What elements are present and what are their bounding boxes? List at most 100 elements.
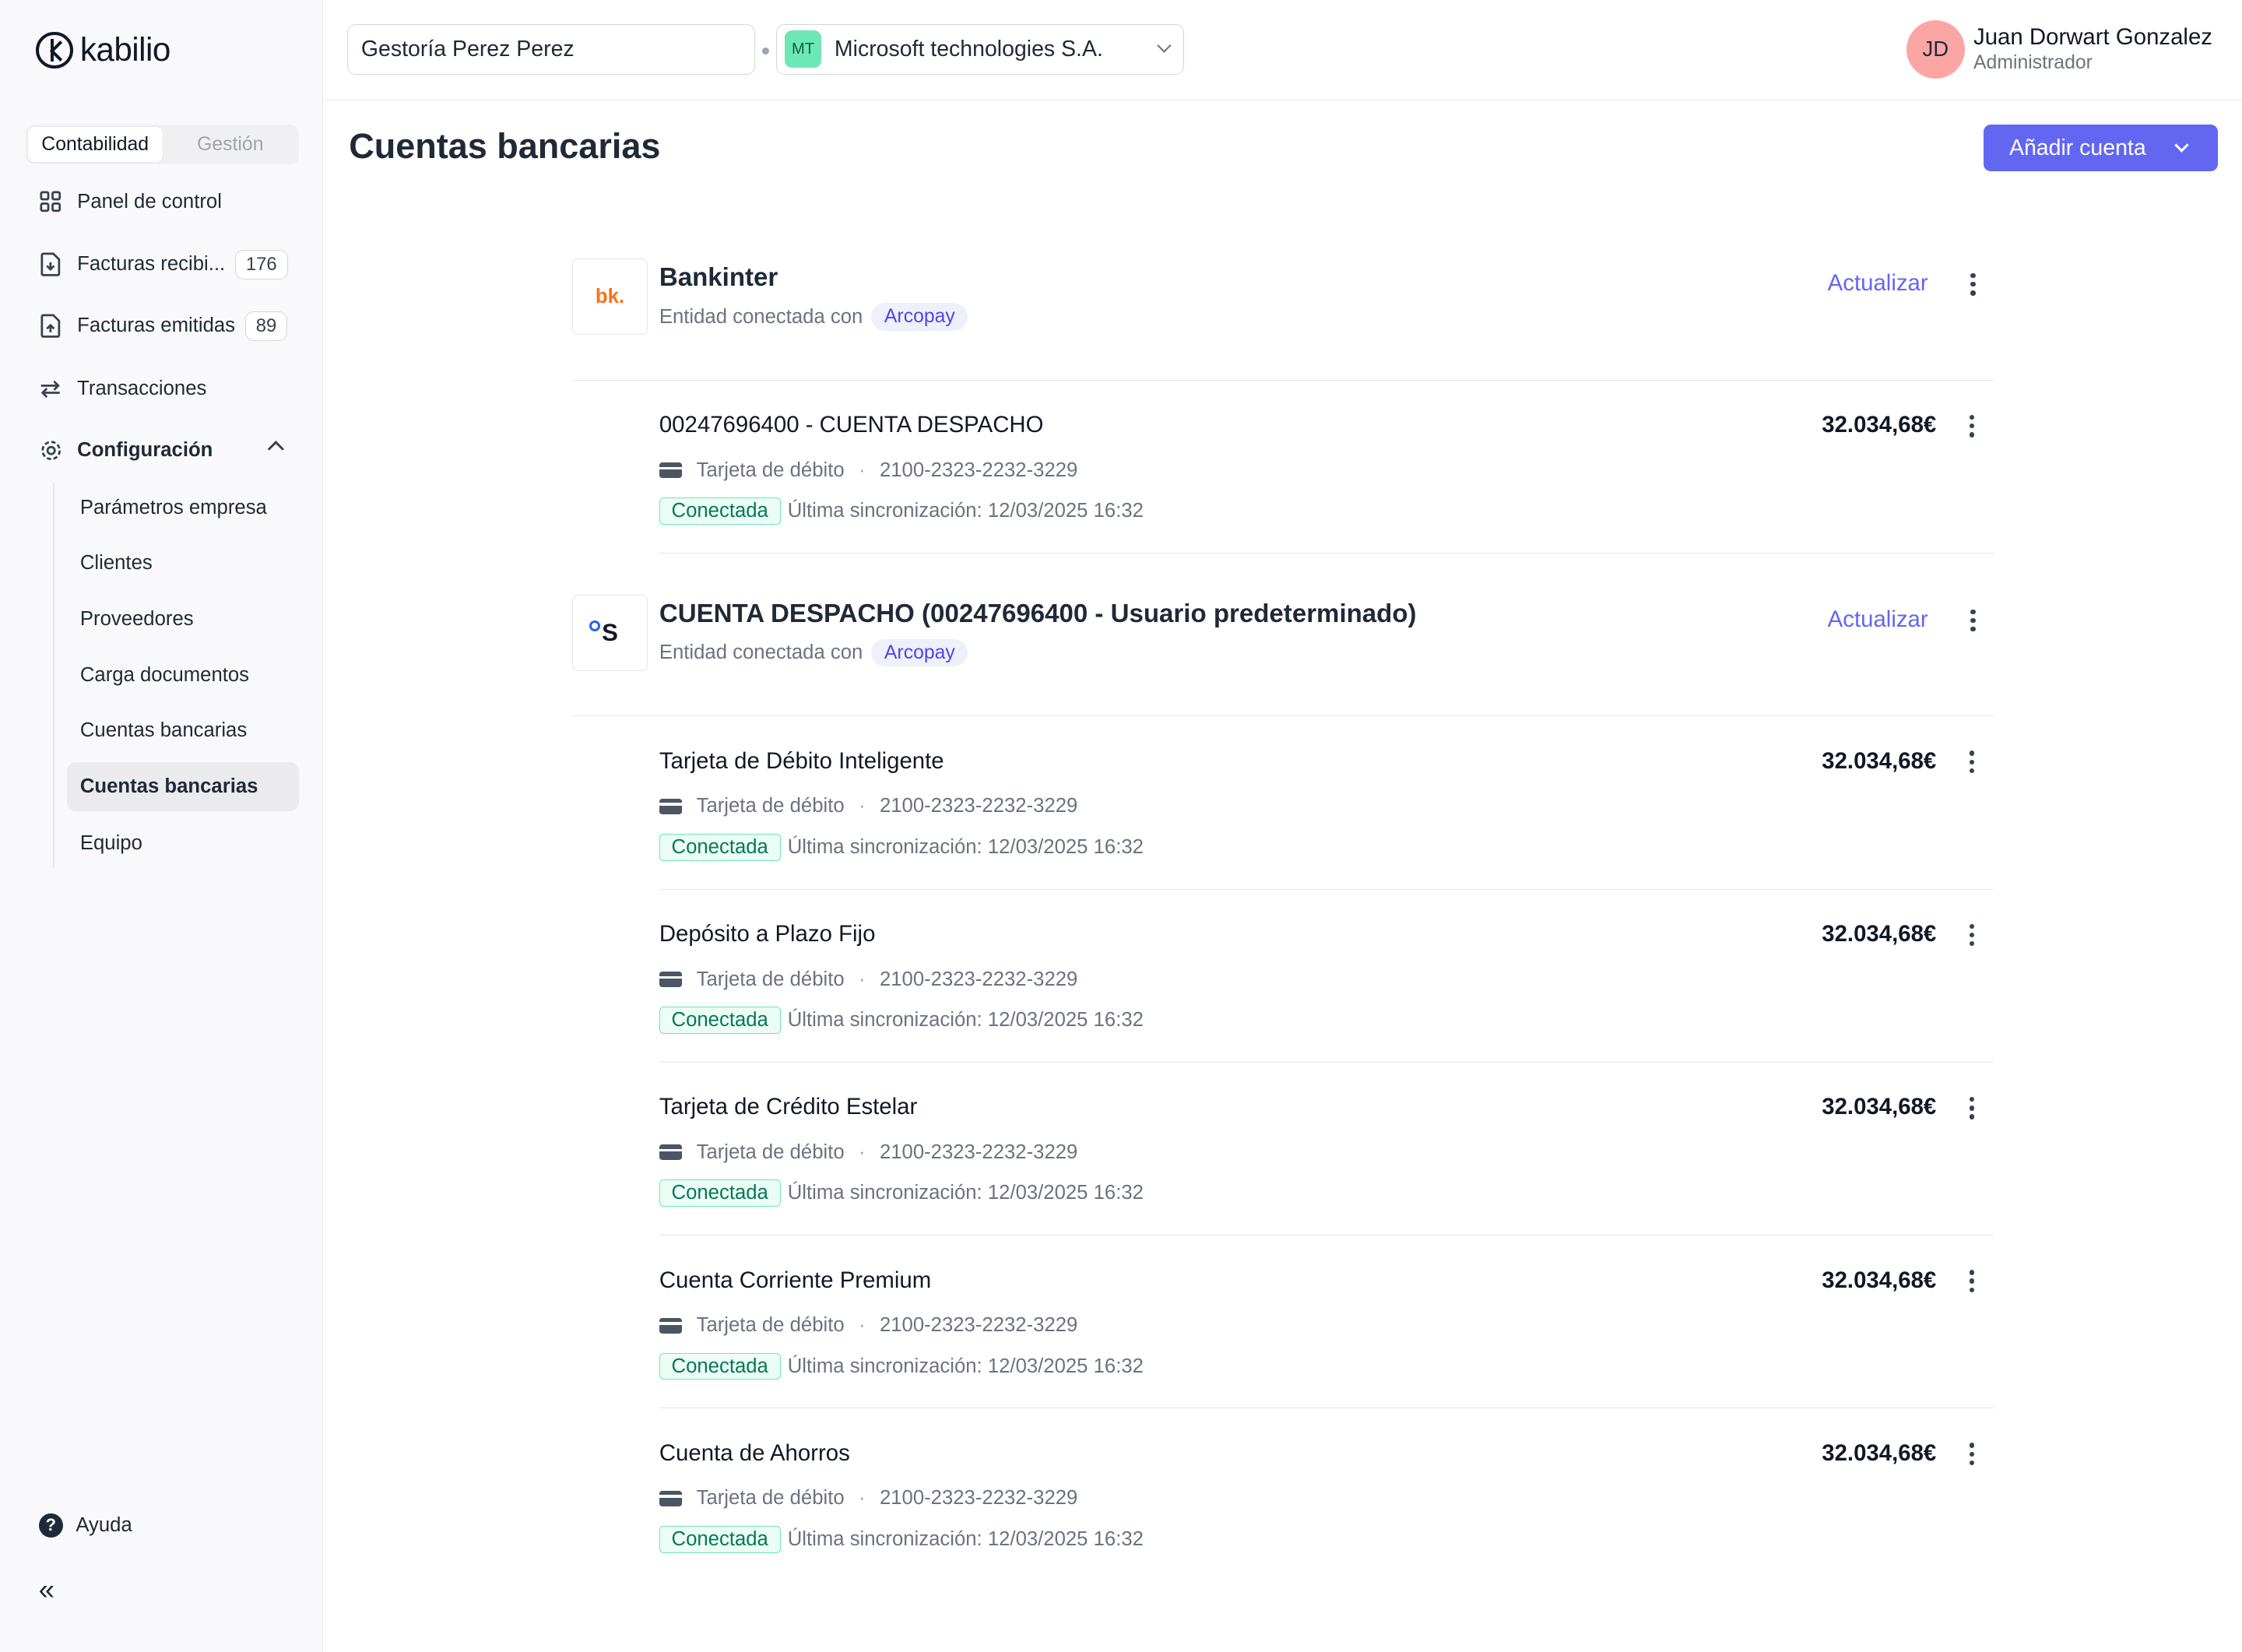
- entity-header: bk. Bankinter Entidad conectada con Arco…: [571, 258, 1994, 381]
- account-name: Tarjeta de Crédito Estelar: [659, 1094, 918, 1120]
- help-link[interactable]: ? Ayuda: [38, 1513, 132, 1538]
- credit-card-icon: [659, 972, 683, 988]
- sidebar-item-facturas-emitidas[interactable]: Facturas emitidas 89: [26, 301, 299, 352]
- kabilio-logo-icon: [35, 31, 73, 69]
- separator: ·: [859, 968, 866, 990]
- more-options-icon[interactable]: [1969, 414, 1975, 441]
- last-sync: Última sincronización: 12/03/2025 16:32: [787, 1527, 1144, 1550]
- add-account-label: Añadir cuenta: [2008, 135, 2146, 160]
- credit-card-icon: [659, 462, 683, 479]
- chevron-up-icon: [268, 441, 284, 458]
- logo[interactable]: kabilio: [35, 31, 170, 69]
- account-details: Tarjeta de débito · 2100-2323-2232-3229: [659, 1141, 1078, 1164]
- user-name: Juan Dorwart Gonzalez: [1973, 24, 2212, 51]
- collapse-sidebar-icon[interactable]: «: [39, 1573, 55, 1606]
- count-badge: 89: [244, 311, 288, 341]
- subnav-line: [52, 482, 54, 869]
- update-button[interactable]: Actualizar: [1828, 606, 1928, 633]
- sidebar-item-transacciones[interactable]: Transacciones: [26, 364, 299, 415]
- account-name: Cuenta de Ahorros: [659, 1439, 850, 1466]
- status-badge: Conectada: [659, 1179, 781, 1207]
- account-name: Cuenta Corriente Premium: [659, 1267, 932, 1293]
- sidebar-item-panel-de-control[interactable]: Panel de control: [26, 176, 299, 227]
- more-options-icon[interactable]: [1969, 923, 1975, 951]
- separator: ·: [859, 795, 866, 817]
- user-menu[interactable]: JD Juan Dorwart Gonzalez Administrador: [1906, 19, 2212, 79]
- arrows-swap-icon: [39, 377, 63, 401]
- account-row[interactable]: Cuenta Corriente Premium 32.034,68€ Tarj…: [659, 1235, 1994, 1409]
- account-type: Tarjeta de débito: [696, 968, 845, 990]
- entity-name: CUENTA DESPACHO (00247696400 - Usuario p…: [659, 599, 1417, 628]
- sidebar-subitem-parametros[interactable]: Parámetros empresa: [67, 483, 299, 532]
- sidebar-item-configuracion[interactable]: Configuración: [26, 425, 299, 476]
- account-balance: 32.034,68€: [1822, 1267, 1937, 1293]
- sidebar-subitem-carga-documentos[interactable]: Carga documentos: [67, 651, 299, 699]
- account-balance: 32.034,68€: [1822, 921, 1937, 947]
- account-type: Tarjeta de débito: [696, 795, 845, 817]
- account-status: Conectada Última sincronización: 12/03/2…: [659, 1007, 1144, 1034]
- bank-entity-cuenta-despacho: S CUENTA DESPACHO (00247696400 - Usuario…: [571, 595, 1994, 1581]
- account-type: Tarjeta de débito: [696, 459, 845, 481]
- entity-connection: Entidad conectada con Arcopay: [659, 639, 968, 667]
- bankinter-logo: bk.: [571, 258, 648, 335]
- sidebar-subitem-proveedores[interactable]: Proveedores: [67, 595, 299, 643]
- company-name: Microsoft technologies S.A.: [834, 36, 1103, 62]
- account-name: Depósito a Plazo Fijo: [659, 921, 876, 947]
- sidebar-subitem-cuentas-bancarias[interactable]: Cuentas bancarias: [67, 706, 299, 754]
- update-button[interactable]: Actualizar: [1828, 270, 1928, 297]
- account-row[interactable]: Tarjeta de Crédito Estelar 32.034,68€ Ta…: [659, 1063, 1994, 1236]
- account-details: Tarjeta de débito · 2100-2323-2232-3229: [659, 795, 1077, 817]
- sidebar-item-facturas-recibidas[interactable]: Facturas recibi... 176: [26, 239, 299, 290]
- sidebar-item-label: Panel de control: [77, 190, 222, 213]
- status-badge: Conectada: [659, 833, 781, 861]
- entity-header: S CUENTA DESPACHO (00247696400 - Usuario…: [571, 595, 1994, 717]
- account-type: Tarjeta de débito: [696, 1314, 845, 1337]
- account-status: Conectada Última sincronización: 12/03/2…: [659, 1526, 1144, 1553]
- user-role: Administrador: [1973, 52, 2093, 74]
- last-sync: Última sincronización: 12/03/2025 16:32: [787, 1355, 1144, 1377]
- account-number: 2100-2323-2232-3229: [879, 1141, 1078, 1163]
- sidebar-subitem-equipo[interactable]: Equipo: [67, 820, 299, 868]
- sidebar-item-label: Facturas recibi...: [77, 253, 226, 276]
- last-sync: Última sincronización: 12/03/2025 16:32: [787, 835, 1144, 858]
- account-row[interactable]: 00247696400 - CUENTA DESPACHO 32.034,68€…: [659, 381, 1994, 554]
- question-icon: ?: [38, 1513, 63, 1538]
- account-details: Tarjeta de débito · 2100-2323-2232-3229: [659, 968, 1078, 991]
- tab-contabilidad[interactable]: Contabilidad: [26, 125, 163, 163]
- account-number: 2100-2323-2232-3229: [879, 968, 1078, 990]
- account-number: 2100-2323-2232-3229: [879, 1487, 1078, 1510]
- tab-gestion[interactable]: Gestión: [163, 126, 298, 163]
- account-status: Conectada Última sincronización: 12/03/2…: [659, 1352, 1144, 1380]
- page-title: Cuentas bancarias: [349, 125, 661, 166]
- last-sync: Última sincronización: 12/03/2025 16:32: [787, 1182, 1144, 1204]
- gestoria-selector[interactable]: Gestoría Perez Perez: [347, 24, 755, 75]
- sidebar-subitem-clientes[interactable]: Clientes: [67, 540, 299, 588]
- add-account-button[interactable]: Añadir cuenta: [1983, 124, 2219, 172]
- gear-icon: [39, 438, 63, 462]
- separator: ·: [859, 1314, 866, 1337]
- account-row[interactable]: Tarjeta de Débito Inteligente 32.034,68€…: [659, 716, 1994, 890]
- file-download-icon: [39, 252, 63, 276]
- credit-card-icon: [659, 1317, 683, 1334]
- sidebar-subitem-cuentas-bancarias-active[interactable]: Cuentas bancarias: [67, 762, 299, 811]
- file-upload-icon: [39, 314, 63, 338]
- company-selector[interactable]: MT Microsoft technologies S.A.: [776, 24, 1184, 75]
- account-status: Conectada Última sincronización: 12/03/2…: [659, 833, 1144, 861]
- section-switcher: Contabilidad Gestión: [26, 124, 299, 165]
- bank-entity-bankinter: bk. Bankinter Entidad conectada con Arco…: [571, 258, 1994, 554]
- more-options-icon[interactable]: [1969, 1443, 1975, 1469]
- more-options-icon[interactable]: [1969, 1270, 1975, 1296]
- more-options-icon[interactable]: [1970, 609, 1976, 636]
- count-badge: 176: [235, 250, 288, 279]
- account-status: Conectada Última sincronización: 12/03/2…: [659, 1179, 1144, 1207]
- account-type: Tarjeta de débito: [696, 1487, 845, 1510]
- company-avatar: MT: [784, 30, 822, 69]
- account-row[interactable]: Cuenta de Ahorros 32.034,68€ Tarjeta de …: [659, 1408, 1994, 1581]
- more-options-icon[interactable]: [1970, 272, 1976, 300]
- account-type: Tarjeta de débito: [696, 1141, 845, 1163]
- more-options-icon[interactable]: [1969, 1096, 1975, 1123]
- account-balance: 32.034,68€: [1822, 1439, 1937, 1466]
- more-options-icon[interactable]: [1969, 750, 1975, 777]
- account-name: Tarjeta de Débito Inteligente: [659, 747, 944, 774]
- account-row[interactable]: Depósito a Plazo Fijo 32.034,68€ Tarjeta…: [659, 890, 1994, 1063]
